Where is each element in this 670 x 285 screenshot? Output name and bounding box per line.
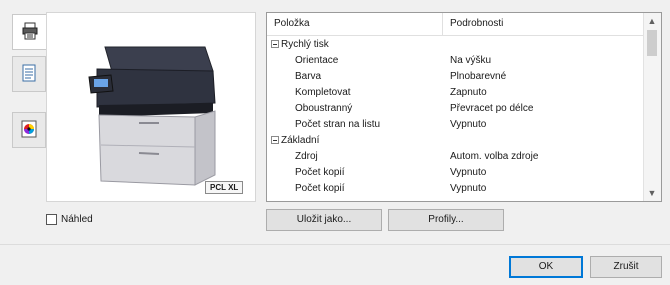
setting-label: Oboustranný	[295, 103, 353, 114]
cancel-button[interactable]: Zrušit	[590, 256, 662, 278]
setting-row[interactable]: Počet stran na listu Vypnuto	[267, 117, 645, 133]
setting-label: Počet stran na listu	[295, 119, 381, 130]
setting-label: Barva	[295, 71, 322, 82]
setting-row[interactable]: Kompletovat Zapnuto	[267, 85, 645, 101]
ok-button[interactable]: OK	[509, 256, 583, 278]
color-palette-icon	[21, 120, 37, 141]
group-row[interactable]: Základní	[267, 133, 645, 149]
group-value	[443, 133, 645, 149]
settings-rows: Rychlý tisk Orientace Na výšku Barva Pln…	[267, 37, 645, 197]
setting-label: Kompletovat	[295, 87, 351, 98]
setting-row[interactable]: Oboustranný Převracet po délce	[267, 101, 645, 117]
tab-printer-layout[interactable]	[12, 14, 48, 50]
setting-label: Orientace	[295, 55, 339, 66]
setting-value: Zapnuto	[450, 87, 487, 98]
tab-color[interactable]	[12, 112, 46, 148]
printer-layout-icon	[22, 22, 38, 43]
scroll-up-icon[interactable]: ▲	[644, 13, 660, 29]
tab-document[interactable]	[12, 56, 46, 92]
setting-value: Autom. volba zdroje	[450, 151, 539, 162]
printer-preview: PCL XL	[46, 12, 256, 202]
settings-list-header: Položka Podrobnosti	[267, 13, 645, 36]
footer-divider	[0, 244, 670, 245]
preview-checkbox[interactable]	[46, 214, 57, 225]
pcl-xl-badge: PCL XL	[205, 181, 244, 194]
preview-checkbox-label: Náhled	[61, 214, 93, 225]
setting-label: Zdroj	[295, 151, 318, 162]
setting-label: Počet kopií	[295, 183, 345, 194]
settings-list[interactable]: Položka Podrobnosti Rychlý tisk Orientac…	[266, 12, 662, 202]
group-label: Rychlý tisk	[281, 39, 329, 50]
scrollbar-thumb[interactable]	[647, 30, 657, 56]
setting-value: Na výšku	[450, 55, 492, 66]
group-label: Základní	[281, 135, 320, 146]
setting-row[interactable]: Počet kopií Vypnuto	[267, 181, 645, 197]
setting-value: Převracet po délce	[450, 103, 534, 114]
setting-row[interactable]: Barva Plnobarevné	[267, 69, 645, 85]
setting-row[interactable]: Orientace Na výšku	[267, 53, 645, 69]
setting-value: Plnobarevné	[450, 71, 507, 82]
setting-row[interactable]: Počet kopií Vypnuto	[267, 165, 645, 181]
column-header-details[interactable]: Podrobnosti	[443, 13, 645, 35]
collapse-toggle-icon[interactable]	[271, 40, 279, 48]
setting-value: Vypnuto	[450, 119, 487, 130]
scroll-down-icon[interactable]: ▼	[644, 185, 660, 201]
save-as-button[interactable]: Uložit jako...	[266, 209, 382, 231]
collapse-toggle-icon[interactable]	[271, 136, 279, 144]
group-row[interactable]: Rychlý tisk	[267, 37, 645, 53]
preview-toggle[interactable]: Náhled	[46, 214, 93, 225]
document-page-icon	[22, 64, 36, 85]
setting-value: Vypnuto	[450, 167, 487, 178]
vertical-scrollbar[interactable]: ▲ ▼	[643, 13, 661, 201]
column-header-item[interactable]: Položka	[267, 13, 443, 35]
setting-label: Počet kopií	[295, 167, 345, 178]
group-value	[443, 37, 645, 53]
printer-image	[88, 46, 216, 186]
setting-row[interactable]: Zdroj Autom. volba zdroje	[267, 149, 645, 165]
profiles-button[interactable]: Profily...	[388, 209, 504, 231]
setting-value: Vypnuto	[450, 183, 487, 194]
